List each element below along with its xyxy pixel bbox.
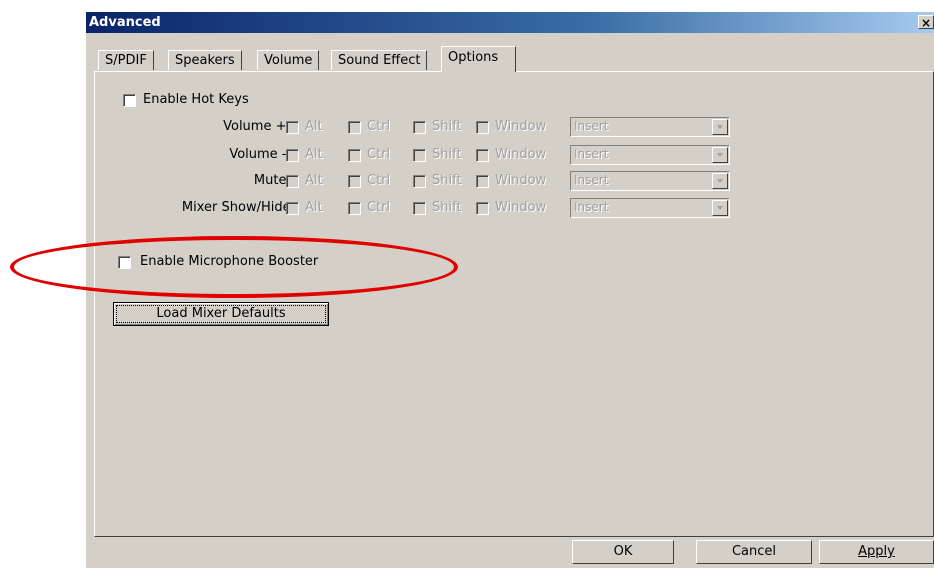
alt-label: Alt bbox=[305, 147, 323, 162]
hotkey-key-value: Insert bbox=[574, 119, 609, 133]
close-button[interactable]: × bbox=[918, 15, 934, 30]
options-panel: Enable Hot Keys Volume + : Alt Ctrl Shif… bbox=[94, 71, 934, 537]
window-label: Window bbox=[495, 173, 547, 188]
apply-button[interactable]: Apply bbox=[819, 540, 934, 564]
mic-booster-label: Enable Microphone Booster bbox=[140, 254, 319, 269]
load-mixer-defaults-label: Load Mixer Defaults bbox=[116, 305, 326, 323]
shift-label: Shift bbox=[432, 147, 462, 162]
ctrl-label: Ctrl bbox=[367, 147, 391, 162]
shift-checkbox[interactable] bbox=[413, 149, 426, 162]
tab-options[interactable]: Options bbox=[441, 46, 516, 72]
window-checkbox[interactable] bbox=[476, 202, 489, 215]
hotkey-row-label: Mute : bbox=[253, 173, 295, 188]
window-title: Advanced bbox=[89, 15, 161, 30]
window-label: Window bbox=[495, 119, 547, 134]
shift-label: Shift bbox=[432, 119, 462, 134]
close-icon: × bbox=[920, 16, 932, 30]
alt-checkbox[interactable] bbox=[286, 121, 299, 134]
window-checkbox[interactable] bbox=[476, 175, 489, 188]
cancel-button[interactable]: Cancel bbox=[696, 540, 812, 564]
alt-checkbox[interactable] bbox=[286, 202, 299, 215]
tab-volume[interactable]: Volume bbox=[257, 50, 320, 70]
chevron-down-icon[interactable] bbox=[712, 147, 728, 163]
window-checkbox[interactable] bbox=[476, 149, 489, 162]
apply-button-label: Apply bbox=[858, 544, 895, 559]
ctrl-label: Ctrl bbox=[367, 173, 391, 188]
enable-hot-keys-checkbox[interactable] bbox=[123, 94, 136, 107]
alt-checkbox[interactable] bbox=[286, 149, 299, 162]
alt-label: Alt bbox=[305, 200, 323, 215]
alt-label: Alt bbox=[305, 173, 323, 188]
ctrl-label: Ctrl bbox=[367, 119, 391, 134]
hotkey-key-select[interactable]: Insert bbox=[570, 145, 730, 165]
hotkey-row-label: Volume - : bbox=[229, 147, 295, 162]
tab-speakers[interactable]: Speakers bbox=[168, 50, 242, 70]
shift-checkbox[interactable] bbox=[413, 121, 426, 134]
chevron-down-icon[interactable] bbox=[712, 119, 728, 135]
advanced-dialog: Advanced × S/PDIF Speakers Volume Sound … bbox=[86, 12, 934, 568]
shift-checkbox[interactable] bbox=[413, 175, 426, 188]
hotkey-key-select[interactable]: Insert bbox=[570, 198, 730, 218]
hotkey-key-select[interactable]: Insert bbox=[570, 171, 730, 191]
tab-sound-effect[interactable]: Sound Effect bbox=[331, 50, 428, 70]
ctrl-checkbox[interactable] bbox=[348, 202, 361, 215]
ctrl-checkbox[interactable] bbox=[348, 175, 361, 188]
shift-label: Shift bbox=[432, 173, 462, 188]
hotkey-key-select[interactable]: Insert bbox=[570, 117, 730, 137]
hotkey-key-value: Insert bbox=[574, 173, 609, 187]
window-label: Window bbox=[495, 147, 547, 162]
mic-booster-checkbox[interactable] bbox=[118, 256, 131, 269]
enable-hot-keys-label: Enable Hot Keys bbox=[143, 92, 249, 107]
load-mixer-defaults-button[interactable]: Load Mixer Defaults bbox=[113, 302, 329, 326]
hotkey-row-label: Mixer Show/Hide: bbox=[181, 200, 295, 215]
alt-checkbox[interactable] bbox=[286, 175, 299, 188]
ctrl-checkbox[interactable] bbox=[348, 121, 361, 134]
title-bar: Advanced × bbox=[86, 12, 934, 33]
window-label: Window bbox=[495, 200, 547, 215]
alt-label: Alt bbox=[305, 119, 323, 134]
shift-label: Shift bbox=[432, 200, 462, 215]
hotkey-row-label: Volume + : bbox=[223, 119, 295, 134]
chevron-down-icon[interactable] bbox=[712, 200, 728, 216]
chevron-down-icon[interactable] bbox=[712, 173, 728, 189]
window-checkbox[interactable] bbox=[476, 121, 489, 134]
ctrl-checkbox[interactable] bbox=[348, 149, 361, 162]
ok-button[interactable]: OK bbox=[572, 540, 674, 564]
tab-spdif[interactable]: S/PDIF bbox=[98, 50, 154, 70]
shift-checkbox[interactable] bbox=[413, 202, 426, 215]
hotkey-key-value: Insert bbox=[574, 147, 609, 161]
ctrl-label: Ctrl bbox=[367, 200, 391, 215]
hotkey-key-value: Insert bbox=[574, 200, 609, 214]
